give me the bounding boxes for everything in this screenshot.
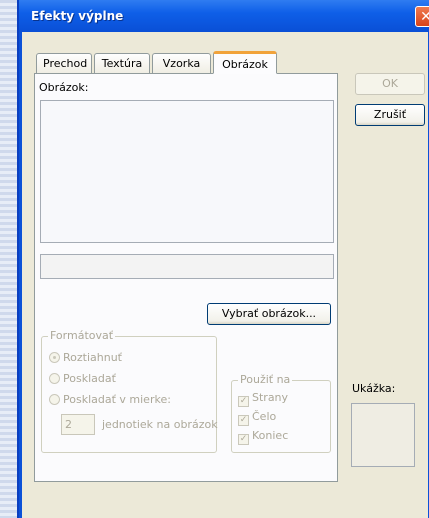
ok-button[interactable]: OK bbox=[355, 73, 425, 95]
tab-label: Obrázok bbox=[222, 58, 268, 71]
cancel-label: Zrušiť bbox=[373, 108, 407, 121]
checkbox-label: Čelo bbox=[252, 410, 277, 423]
checkbox-front[interactable]: ✓ Čelo bbox=[238, 410, 276, 426]
units-value: 2 bbox=[65, 418, 72, 431]
preview-box bbox=[351, 403, 415, 467]
picture-filename-field bbox=[40, 254, 334, 279]
tab-vzorka[interactable]: Vzorka bbox=[152, 53, 211, 73]
format-group-legend: Formátovať bbox=[48, 329, 116, 342]
format-group: Formátovať Roztiahnuť Poskladať Posklada… bbox=[41, 329, 218, 453]
radio-indicator bbox=[49, 394, 60, 405]
check-icon: ✓ bbox=[238, 396, 249, 407]
radio-indicator bbox=[49, 373, 60, 384]
picture-label: Obrázok: bbox=[39, 81, 89, 94]
radio-stretch[interactable]: Roztiahnuť bbox=[49, 351, 122, 364]
radio-tile[interactable]: Poskladať bbox=[49, 372, 116, 385]
units-input[interactable]: 2 bbox=[61, 414, 95, 435]
checkbox-end[interactable]: ✓ Koniec bbox=[238, 429, 288, 445]
radio-tile-scale[interactable]: Poskladať v mierke: bbox=[49, 393, 171, 406]
dialog-window: Efekty výplne ✕ Prechod Textúra Vzorka O… bbox=[17, 0, 429, 518]
tab-label: Vzorka bbox=[162, 57, 201, 70]
tab-label: Prechod bbox=[43, 57, 88, 70]
tab-prechod[interactable]: Prechod bbox=[36, 53, 92, 73]
background-strip bbox=[0, 0, 17, 518]
title-bar[interactable]: Efekty výplne ✕ bbox=[19, 0, 429, 32]
radio-label: Poskladať bbox=[63, 372, 116, 385]
apply-group-legend: Použiť na bbox=[238, 373, 293, 386]
tab-obrazok[interactable]: Obrázok bbox=[213, 51, 277, 74]
select-picture-label: Vybrať obrázok... bbox=[221, 307, 317, 320]
tab-textura[interactable]: Textúra bbox=[94, 53, 150, 73]
units-label: jednotiek na obrázok bbox=[102, 418, 218, 431]
tab-panel-picture: Obrázok: Vybrať obrázok... Formátovať Ro… bbox=[34, 73, 338, 482]
checkbox-sides[interactable]: ✓ Strany bbox=[238, 391, 288, 407]
radio-indicator bbox=[49, 352, 60, 363]
apply-group: Použiť na ✓ Strany ✓ Čelo ✓ Koniec bbox=[231, 373, 331, 453]
select-picture-button[interactable]: Vybrať obrázok... bbox=[207, 303, 331, 325]
check-icon: ✓ bbox=[238, 415, 249, 426]
close-icon: ✕ bbox=[420, 9, 429, 25]
radio-label: Poskladať v mierke: bbox=[63, 393, 171, 406]
picture-preview-area bbox=[40, 100, 334, 243]
cancel-button[interactable]: Zrušiť bbox=[355, 104, 425, 126]
checkbox-label: Strany bbox=[252, 391, 289, 404]
ok-label: OK bbox=[382, 77, 398, 90]
dialog-client-area: Prechod Textúra Vzorka Obrázok Obrázok: … bbox=[22, 32, 428, 518]
window-title: Efekty výplne bbox=[31, 9, 124, 23]
preview-label: Ukážka: bbox=[352, 382, 396, 395]
tab-label: Textúra bbox=[101, 57, 143, 70]
checkbox-label: Koniec bbox=[252, 429, 289, 442]
close-button[interactable]: ✕ bbox=[415, 6, 429, 27]
radio-label: Roztiahnuť bbox=[63, 351, 122, 364]
check-icon: ✓ bbox=[238, 434, 249, 445]
